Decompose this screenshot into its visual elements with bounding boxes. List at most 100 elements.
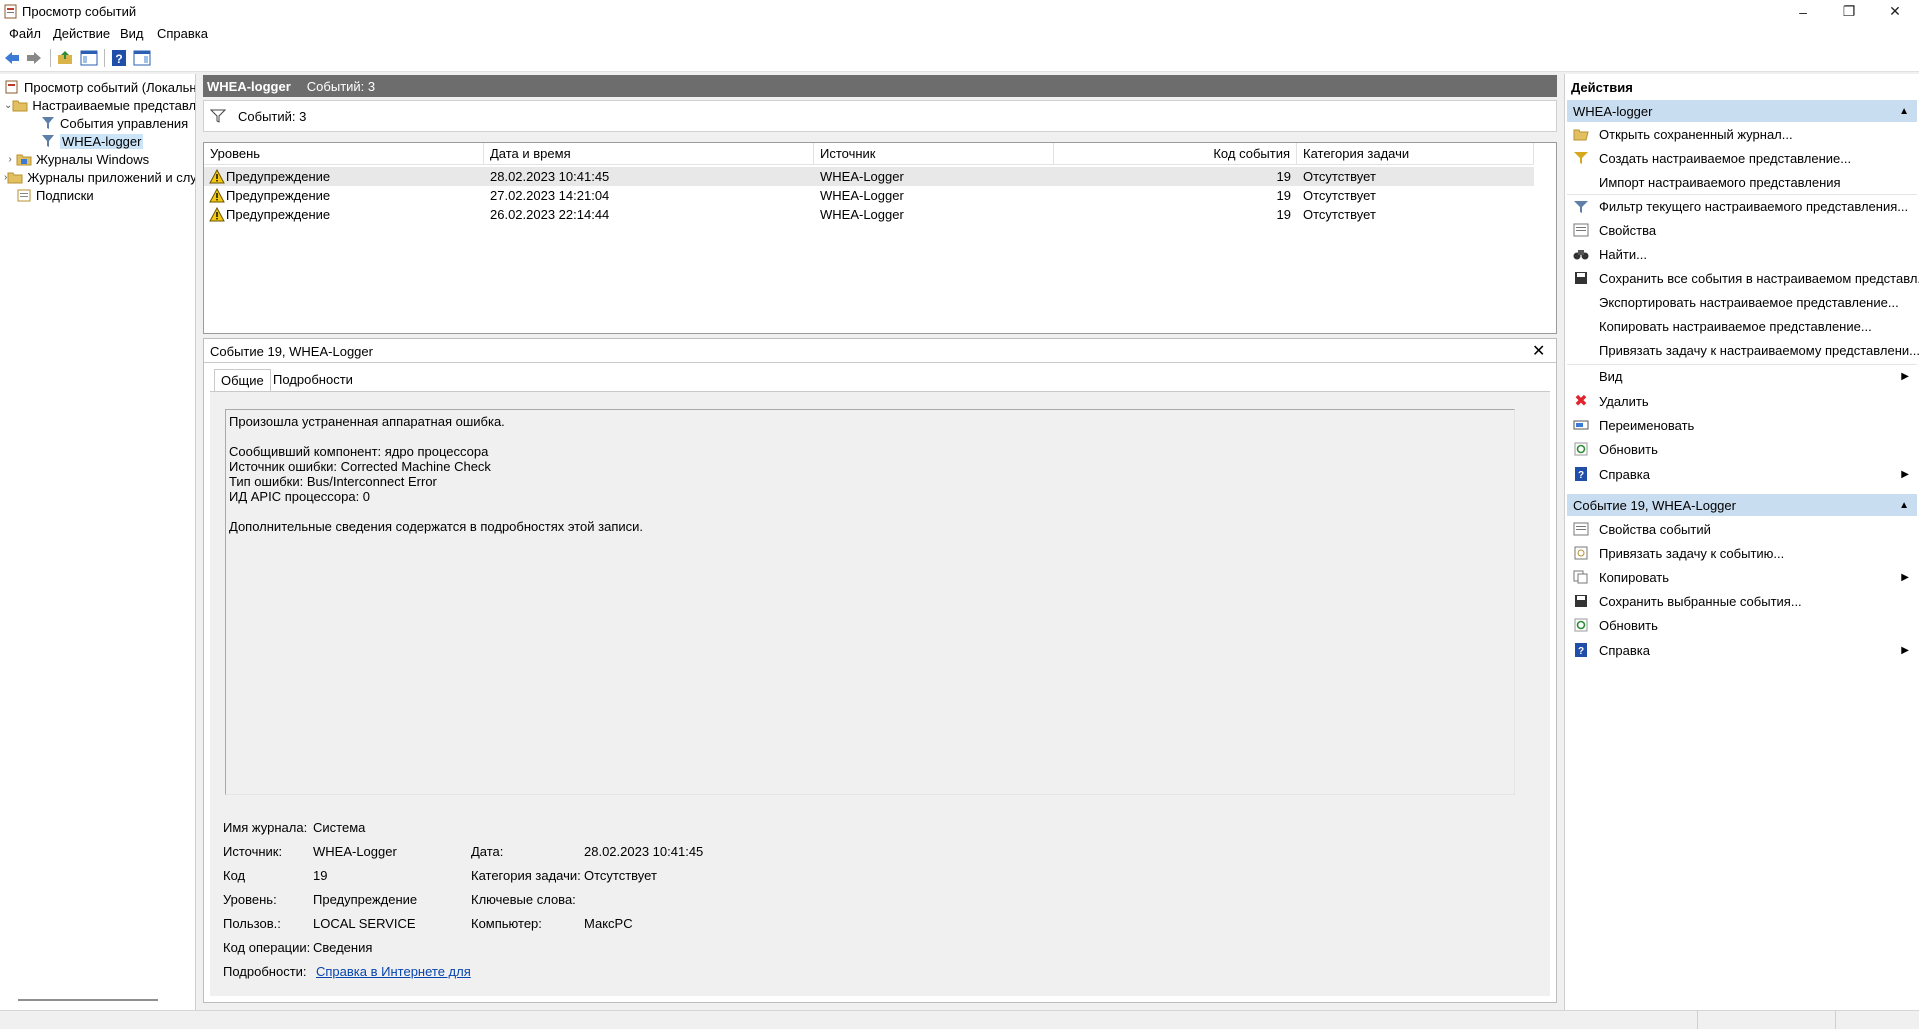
submenu-arrow-icon: ▶ xyxy=(1901,468,1909,480)
tree-item-app-logs[interactable]: › Журналы приложений и служб xyxy=(0,168,195,186)
actions-pane: Действия WHEA-logger ▲ Открыть сохраненн… xyxy=(1564,74,1919,1010)
column-header-source[interactable]: Источник xyxy=(814,143,1054,165)
menu-help[interactable]: Справка xyxy=(157,26,208,41)
collapse-icon[interactable]: ▲ xyxy=(1899,500,1909,511)
action-help-event[interactable]: ? Справка ▶ xyxy=(1567,638,1917,662)
action-label: Копировать настраиваемое представление..… xyxy=(1599,318,1872,334)
tree-item-subscriptions[interactable]: Подписки xyxy=(0,186,195,204)
action-rename[interactable]: Переименовать xyxy=(1567,413,1917,437)
actions-section-whea-logger[interactable]: WHEA-logger ▲ xyxy=(1567,100,1917,122)
action-attach-task-to-event[interactable]: Привязать задачу к событию... xyxy=(1567,541,1917,565)
forward-icon[interactable] xyxy=(25,49,43,67)
minimize-button[interactable]: – xyxy=(1780,0,1826,23)
action-filter-current-view[interactable]: Фильтр текущего настраиваемого представл… xyxy=(1567,194,1917,218)
action-save-all-events[interactable]: Сохранить все события в настраиваемом пр… xyxy=(1567,266,1919,290)
action-help[interactable]: ? Справка ▶ xyxy=(1567,462,1917,486)
action-import-custom-view[interactable]: Импорт настраиваемого представления xyxy=(1567,170,1917,194)
opcode-value[interactable]: Сведения xyxy=(313,940,372,955)
cell-datetime: 27.02.2023 14:21:04 xyxy=(490,188,610,203)
tree-item-whea-logger[interactable]: WHEA-logger xyxy=(0,132,195,150)
menu-file[interactable]: Файл xyxy=(9,26,41,41)
action-copy-custom-view[interactable]: Копировать настраиваемое представление..… xyxy=(1567,314,1917,338)
tree-item-windows-logs[interactable]: › Журналы Windows xyxy=(0,150,195,168)
menu-view[interactable]: Вид xyxy=(120,26,144,41)
chevron-down-icon[interactable]: ⌄ xyxy=(4,100,12,111)
action-create-custom-view[interactable]: Создать настраиваемое представление... xyxy=(1567,146,1917,170)
tree-item-label: Журналы Windows xyxy=(36,151,150,167)
log-name-value[interactable]: Система xyxy=(313,820,365,835)
cell-level: Предупреждение xyxy=(226,169,331,184)
action-delete[interactable]: ✖ Удалить xyxy=(1567,389,1917,413)
actions-section-event[interactable]: Событие 19, WHEA-Logger ▲ xyxy=(1567,494,1917,516)
refresh-icon xyxy=(1573,617,1589,633)
menu-action[interactable]: Действие xyxy=(53,26,110,41)
action-properties[interactable]: Свойства xyxy=(1567,218,1917,242)
show-hide-tree-icon[interactable] xyxy=(80,49,98,67)
code-value[interactable]: 19 xyxy=(313,868,327,883)
menu-bar: Файл Действие Вид Справка xyxy=(0,23,1919,45)
horizontal-scrollbar[interactable] xyxy=(18,999,158,1001)
up-folder-icon[interactable] xyxy=(56,49,74,67)
show-hide-action-pane-icon[interactable] xyxy=(133,49,151,67)
column-header-category[interactable]: Категория задачи xyxy=(1297,143,1534,165)
submenu-arrow-icon: ▶ xyxy=(1901,644,1909,656)
action-find[interactable]: Найти... xyxy=(1567,242,1917,266)
close-detail-button[interactable]: ✕ xyxy=(1532,341,1545,361)
rename-icon xyxy=(1573,417,1589,433)
cell-level: Предупреждение xyxy=(226,188,331,203)
action-label: Импорт настраиваемого представления xyxy=(1599,174,1841,190)
computer-value[interactable]: МаксPC xyxy=(584,916,633,931)
back-icon[interactable] xyxy=(3,49,21,67)
column-header-level[interactable]: Уровень xyxy=(204,143,484,165)
column-header-datetime[interactable]: Дата и время xyxy=(484,143,814,165)
action-refresh[interactable]: Обновить xyxy=(1567,437,1917,461)
tab-details[interactable]: Подробности xyxy=(267,369,359,391)
event-count: Событий: 3 xyxy=(306,78,376,94)
level-value[interactable]: Предупреждение xyxy=(313,892,417,907)
tab-general[interactable]: Общие xyxy=(214,369,271,391)
window-title: Просмотр событий xyxy=(22,4,137,19)
subscriptions-icon xyxy=(17,189,31,202)
close-button[interactable]: ✕ xyxy=(1872,0,1918,23)
action-refresh-event[interactable]: Обновить xyxy=(1567,613,1917,637)
event-message[interactable]: Произошла устраненная аппаратная ошибка.… xyxy=(225,409,1515,795)
toolbar-separator xyxy=(104,49,105,67)
action-export-custom-view[interactable]: Экспортировать настраиваемое представлен… xyxy=(1567,290,1917,314)
date-value[interactable]: 28.02.2023 10:41:45 xyxy=(584,844,703,859)
opcode-label: Код операции: xyxy=(223,940,311,955)
cell-datetime: 26.02.2023 22:14:44 xyxy=(490,207,610,222)
action-view-submenu[interactable]: Вид ▶ xyxy=(1567,364,1917,388)
title-bar: Просмотр событий – ❐ ✕ xyxy=(0,0,1919,23)
toolbar: ? xyxy=(0,45,1919,72)
column-header-event-id[interactable]: Код события xyxy=(1054,143,1297,165)
collapse-icon[interactable]: ▲ xyxy=(1899,106,1909,117)
help-icon[interactable]: ? xyxy=(110,49,128,67)
tree-root[interactable]: Просмотр событий (Локальный) xyxy=(0,78,195,96)
filter-count: Событий: 3 xyxy=(238,109,307,124)
action-label: Сохранить выбранные события... xyxy=(1599,593,1802,609)
windows-logs-icon xyxy=(16,154,32,166)
console-tree: Просмотр событий (Локальный) ⌄ Настраива… xyxy=(0,74,196,1010)
view-header: WHEA-logger Событий: 3 xyxy=(203,75,1557,97)
restore-button[interactable]: ❐ xyxy=(1826,0,1872,23)
action-attach-task-to-view[interactable]: Привязать задачу к настраиваемому предст… xyxy=(1567,338,1919,362)
online-help-link[interactable]: Справка в Интернете для xyxy=(316,964,471,979)
blank-icon xyxy=(1573,294,1589,310)
action-save-selected-events[interactable]: Сохранить выбранные события... xyxy=(1567,589,1917,613)
action-open-saved-log[interactable]: Открыть сохраненный журнал... xyxy=(1567,122,1917,146)
action-event-properties[interactable]: Свойства событий xyxy=(1567,517,1917,541)
source-value[interactable]: WHEA-Logger xyxy=(313,844,397,859)
action-label: Открыть сохраненный журнал... xyxy=(1599,126,1793,142)
action-label: Справка xyxy=(1599,466,1650,482)
tree-item-custom-views[interactable]: ⌄ Настраиваемые представления xyxy=(0,96,195,114)
user-value[interactable]: LOCAL SERVICE xyxy=(313,916,416,931)
tree-item-admin-events[interactable]: События управления xyxy=(0,114,195,132)
save-icon xyxy=(1573,593,1589,609)
table-row[interactable]: Предупреждение 26.02.2023 22:14:44 WHEA-… xyxy=(204,205,1534,224)
action-label: Свойства событий xyxy=(1599,521,1711,537)
category-value[interactable]: Отсутствует xyxy=(584,868,657,883)
table-row[interactable]: Предупреждение 27.02.2023 14:21:04 WHEA-… xyxy=(204,186,1534,205)
chevron-right-icon[interactable]: › xyxy=(4,154,16,165)
table-row[interactable]: Предупреждение 28.02.2023 10:41:45 WHEA-… xyxy=(204,167,1534,186)
action-copy[interactable]: Копировать ▶ xyxy=(1567,565,1917,589)
